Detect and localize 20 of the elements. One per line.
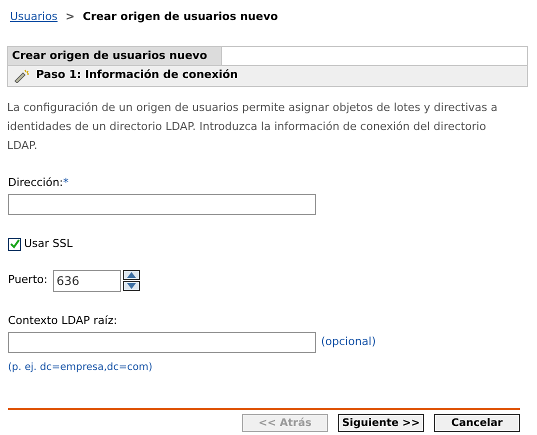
context-field[interactable]: [8, 332, 316, 353]
context-label: Contexto LDAP raíz:: [8, 314, 118, 326]
breadcrumb-current: Crear origen de usuarios nuevo: [82, 9, 278, 25]
address-label: Dirección:*: [8, 174, 69, 190]
address-field[interactable]: [8, 194, 316, 215]
wizard-button[interactable]: Cancelar: [434, 414, 520, 432]
wizard-button[interactable]: Siguiente >>: [338, 414, 424, 432]
breadcrumb-link[interactable]: Usuarios: [10, 9, 58, 26]
breadcrumb-separator: >: [66, 9, 75, 25]
spin-up-icon[interactable]: [123, 270, 140, 280]
port-field[interactable]: 636: [53, 270, 122, 292]
wand-icon: [13, 68, 31, 82]
ssl-checkbox[interactable]: [8, 238, 21, 251]
context-example: (p. ej. dc=empresa,dc=com): [8, 362, 152, 373]
ssl-label: Usar SSL: [24, 236, 73, 252]
spin-down-icon[interactable]: [123, 281, 140, 291]
step-title: Paso 1: Información de conexión: [36, 67, 238, 84]
port-label: Puerto:: [8, 272, 48, 288]
description-text: La configuración de un origen de usuarios permite asignar objetos de lotes y directivas a identidades de un directorio LDAP. Introduzca la información de conexión del directorio LDAP.: [7, 100, 499, 154]
optional-link[interactable]: (opcional): [321, 334, 376, 351]
